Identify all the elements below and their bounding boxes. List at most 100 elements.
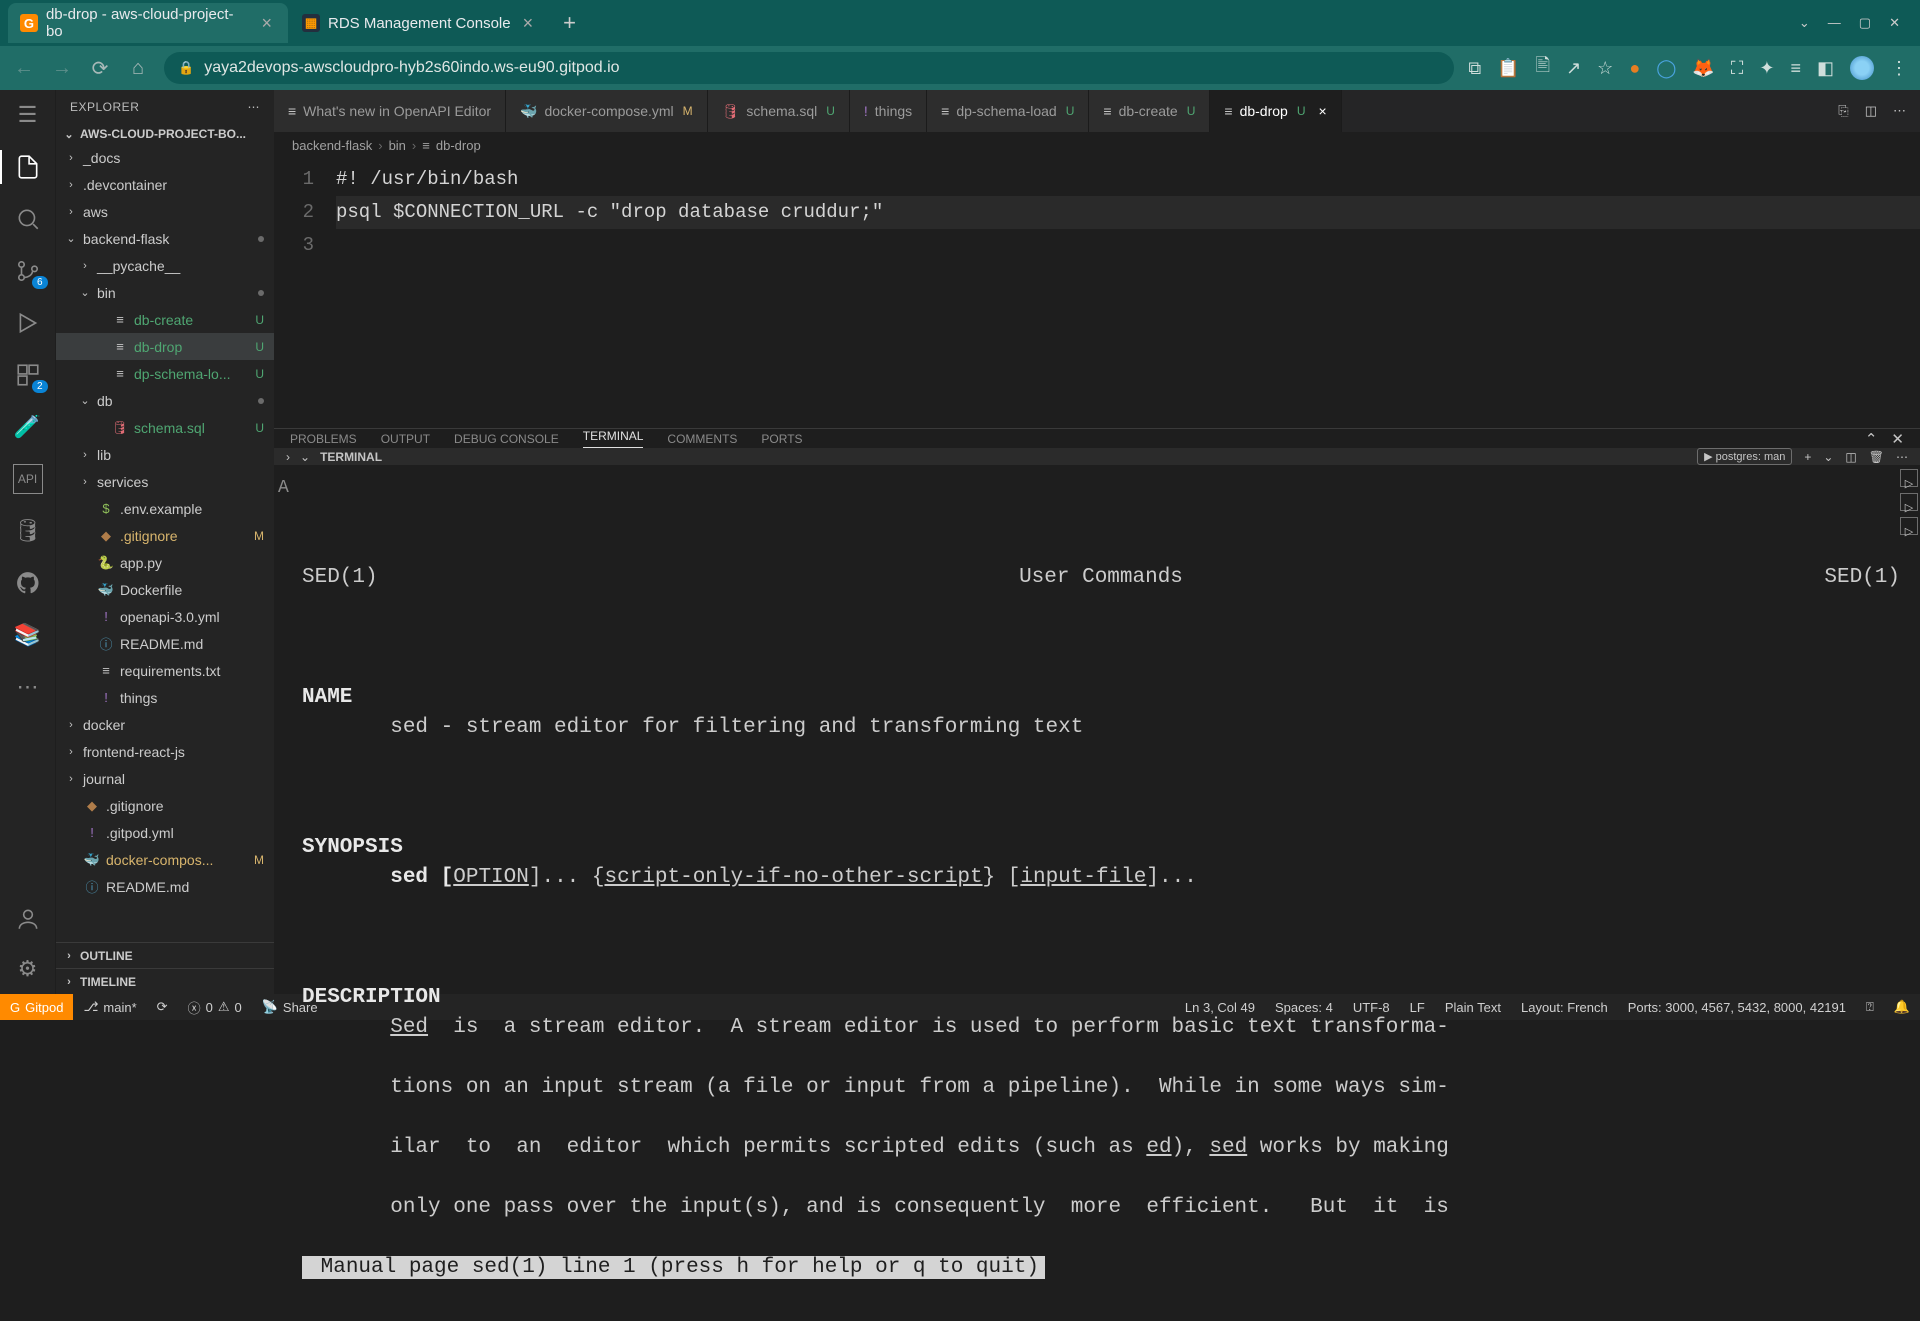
file-row[interactable]: ≡db-createU [56,306,274,333]
extensions-icon[interactable]: 2 [13,360,43,390]
code-editor[interactable]: 123 #! /usr/bin/bashpsql $CONNECTION_URL… [274,159,1920,428]
list-icon[interactable]: ≡ [1790,58,1801,79]
api-icon[interactable]: API [13,464,43,494]
metamask-icon[interactable]: 🦊 [1692,58,1714,79]
arrow-icon[interactable]: ▷ [1900,517,1918,535]
file-row[interactable]: 🛢schema.sqlU [56,414,274,441]
browser-tab[interactable]: ▦ RDS Management Console × [290,3,549,43]
terminal-output[interactable]: A ▷▷▷ SED(1)User CommandsSED(1) NAME sed… [274,465,1920,1321]
file-row[interactable]: !things [56,684,274,711]
panel-tab-ports[interactable]: PORTS [761,432,802,446]
extension-icon[interactable]: ◯ [1656,58,1676,79]
file-row[interactable]: 🐳docker-compos...M [56,846,274,873]
close-icon[interactable]: × [519,13,538,34]
folder-row[interactable]: ›__pycache__ [56,252,274,279]
folder-row[interactable]: ›aws [56,198,274,225]
folder-row[interactable]: ⌄db [56,387,274,414]
gear-icon[interactable]: ⚙ [13,954,43,984]
menu-icon[interactable]: ☰ [13,100,43,130]
refresh-button[interactable]: ⟳ [88,56,112,81]
minimize-icon[interactable]: — [1828,15,1841,31]
close-icon[interactable]: ✕ [1889,15,1900,31]
close-icon[interactable]: ✕ [1891,430,1904,448]
editor-tab[interactable]: !things [850,90,927,132]
github-icon[interactable] [13,568,43,598]
split-icon[interactable]: ◫ [1865,103,1877,119]
file-row[interactable]: ⓘREADME.md [56,630,274,657]
kebab-icon[interactable]: ⋮ [1890,58,1908,79]
editor-tab[interactable]: ≡dp-schema-loadU [927,90,1089,132]
frame-icon[interactable]: ⛶ [1731,58,1744,79]
panel-tab-output[interactable]: OUTPUT [381,432,430,446]
puzzle-icon[interactable]: ✦ [1759,58,1774,79]
more-icon[interactable]: ⋯ [13,672,43,702]
file-row[interactable]: !openapi-3.0.yml [56,603,274,630]
layers-icon[interactable]: 📚 [13,620,43,650]
home-button[interactable]: ⌂ [126,57,150,80]
file-row[interactable]: $.env.example [56,495,274,522]
source-control-icon[interactable]: 6 [13,256,43,286]
folder-row[interactable]: ›.devcontainer [56,171,274,198]
add-icon[interactable]: + [1804,450,1811,464]
editor-tab[interactable]: 🐳docker-compose.ymlM [506,90,708,132]
clipboard-icon[interactable]: 📋 [1497,58,1519,79]
chevron-down-icon[interactable]: ⌄ [1823,450,1833,464]
file-row[interactable]: 🐳Dockerfile [56,576,274,603]
panel-tab-debug-console[interactable]: DEBUG CONSOLE [454,432,559,446]
browser-tab-active[interactable]: G db-drop - aws-cloud-project-bo × [8,3,288,43]
folder-row[interactable]: ⌄backend-flask [56,225,274,252]
chevron-down-icon[interactable]: ⌄ [300,450,310,464]
problems-item[interactable]: ⓧ0 ⚠0 [178,998,252,1017]
file-row[interactable]: 🐍app.py [56,549,274,576]
new-tab-button[interactable]: + [551,10,588,36]
branch-item[interactable]: ⎇main* [73,999,146,1015]
editor-tab[interactable]: 🛢schema.sqlU [708,90,850,132]
close-icon[interactable]: × [1319,103,1327,119]
editor-tab[interactable]: ≡What's new in OpenAPI Editor [274,90,506,132]
timeline-section[interactable]: › TIMELINE [56,968,274,994]
more-icon[interactable]: ⋯ [248,100,261,114]
file-row[interactable]: !.gitpod.yml [56,819,274,846]
forward-button[interactable]: → [50,57,74,80]
split-icon[interactable]: ◫ [1845,450,1856,464]
panel-tab-problems[interactable]: PROBLEMS [290,432,357,446]
folder-row[interactable]: ›docker [56,711,274,738]
account-icon[interactable] [13,904,43,934]
back-button[interactable]: ← [12,57,36,80]
sidepanel-icon[interactable]: ◧ [1817,58,1834,79]
arrow-icon[interactable]: ▷ [1900,469,1918,487]
file-row[interactable]: ◆.gitignore [56,792,274,819]
editor-tab[interactable]: ≡db-createU [1089,90,1210,132]
file-row[interactable]: ≡dp-schema-lo...U [56,360,274,387]
bookmark-icon[interactable]: ☆ [1597,58,1613,79]
project-header[interactable]: ⌄ AWS-CLOUD-PROJECT-BO... [56,124,274,144]
avatar[interactable] [1850,56,1874,80]
editor-tab[interactable]: ≡db-dropU× [1210,90,1341,132]
breadcrumb[interactable]: backend-flask › bin › ≡ db-drop [274,132,1920,159]
close-icon[interactable]: × [257,13,276,34]
more-icon[interactable]: ⋯ [1896,450,1908,464]
trash-icon[interactable]: 🗑 [1869,450,1884,464]
file-row[interactable]: ⓘREADME.md [56,873,274,900]
maximize-icon[interactable]: ▢ [1859,15,1871,31]
install-icon[interactable]: ⧉ [1468,58,1481,79]
url-bar[interactable]: 🔒 yaya2devops-awscloudpro-hyb2s60indo.ws… [164,52,1454,84]
share-icon[interactable]: ↗ [1566,58,1581,79]
translate-icon[interactable]: 🖹 [1536,53,1550,83]
panel-tab-comments[interactable]: COMMENTS [667,432,737,446]
sync-item[interactable]: ⟳ [147,999,178,1015]
folder-row[interactable]: ›lib [56,441,274,468]
chevron-down-icon[interactable]: ⌄ [1799,15,1810,31]
file-row[interactable]: ≡db-dropU [56,333,274,360]
more-icon[interactable]: ⋯ [1893,103,1906,119]
folder-row[interactable]: ⌄bin [56,279,274,306]
explorer-icon[interactable] [13,152,43,182]
database-icon[interactable]: 🛢 [13,516,43,546]
ai-icon[interactable]: A [278,473,289,503]
dot-icon[interactable]: ● [1629,58,1640,79]
folder-row[interactable]: ›frontend-react-js [56,738,274,765]
chevron-up-icon[interactable]: ⌃ [1865,430,1878,448]
panel-tab-terminal[interactable]: TERMINAL [583,429,644,448]
diff-icon[interactable]: ⎘ [1838,103,1848,119]
search-icon[interactable] [13,204,43,234]
